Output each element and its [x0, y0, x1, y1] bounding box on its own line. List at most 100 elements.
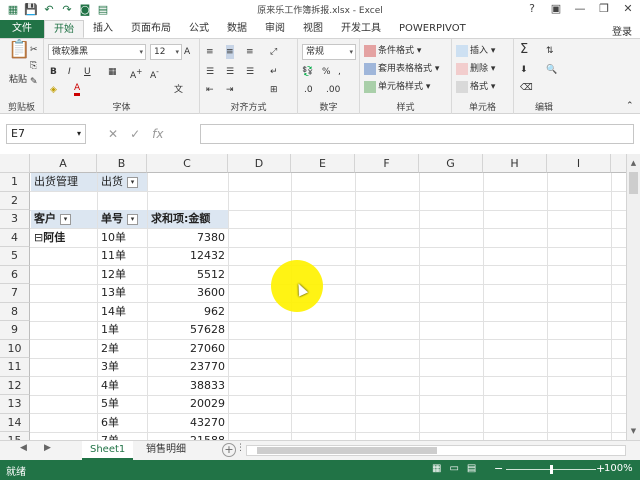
- scroll-down-icon[interactable]: ▼: [627, 424, 640, 438]
- wrap-text-icon[interactable]: ↵: [270, 65, 278, 79]
- row-header-6[interactable]: 6: [0, 265, 30, 284]
- pivot-filter-label[interactable]: 出货管理: [31, 173, 97, 191]
- insert-cells-button[interactable]: 插入 ▾: [456, 44, 495, 58]
- column-header-i[interactable]: I: [547, 154, 611, 173]
- undo-icon[interactable]: ↶: [42, 3, 56, 17]
- table-cell-amount[interactable]: 38833: [148, 377, 228, 395]
- align-left-icon[interactable]: ☰: [206, 65, 214, 79]
- cell-styles-button[interactable]: 单元格样式 ▾: [364, 80, 430, 94]
- restore-icon[interactable]: ❐: [596, 2, 612, 16]
- font-color-icon[interactable]: A: [74, 83, 81, 96]
- column-header-e[interactable]: E: [291, 154, 355, 173]
- bold-button[interactable]: B: [50, 65, 57, 79]
- scroll-up-icon[interactable]: ▲: [627, 156, 640, 170]
- ribbon-display-icon[interactable]: ▣: [548, 2, 564, 16]
- horizontal-scrollbar[interactable]: [246, 445, 626, 456]
- fill-color-icon[interactable]: ◈: [50, 83, 57, 97]
- zoom-level[interactable]: 100%: [604, 463, 633, 474]
- tab-home[interactable]: 开始: [44, 20, 84, 38]
- tab-file[interactable]: 文件: [0, 20, 44, 38]
- orientation-icon[interactable]: ⤢: [270, 45, 277, 59]
- page-break-view-icon[interactable]: ▤: [467, 463, 476, 474]
- paste-icon[interactable]: 📋: [8, 41, 30, 59]
- table-cell-amount[interactable]: 23770: [148, 358, 228, 376]
- table-cell-order[interactable]: 14单: [98, 303, 147, 321]
- format-as-table-button[interactable]: 套用表格格式 ▾: [364, 62, 439, 76]
- row-header-14[interactable]: 14: [0, 413, 30, 432]
- zoom-out-icon[interactable]: −: [494, 462, 503, 475]
- table-cell-order[interactable]: 12单: [98, 266, 147, 284]
- scroll-thumb[interactable]: [629, 172, 638, 194]
- sign-in-link[interactable]: 登录: [612, 23, 632, 38]
- table-cell-amount[interactable]: 43270: [148, 414, 228, 432]
- border-icon[interactable]: ▦: [108, 65, 117, 79]
- row-header-13[interactable]: 13: [0, 395, 30, 414]
- tab-powerpivot[interactable]: POWERPIVOT: [390, 20, 475, 38]
- next-sheet-icon[interactable]: ▶: [44, 443, 51, 453]
- save-icon[interactable]: 💾: [24, 3, 38, 17]
- tab-data[interactable]: 数据: [218, 20, 256, 38]
- pivot-customer-cell[interactable]: ⊟阿佳: [31, 229, 97, 247]
- column-header-j[interactable]: [611, 154, 626, 173]
- align-center-icon[interactable]: ☰: [226, 65, 234, 79]
- phonetic-icon[interactable]: 文: [174, 83, 183, 97]
- table-cell-amount[interactable]: 3600: [148, 284, 228, 302]
- grid-icon[interactable]: ▤: [96, 3, 110, 17]
- row-header-10[interactable]: 10: [0, 339, 30, 358]
- underline-button[interactable]: U: [84, 65, 91, 79]
- shrink-font-size-icon[interactable]: A-: [150, 65, 159, 83]
- find-select-icon[interactable]: 🔍: [546, 63, 557, 77]
- copy-icon[interactable]: ⎘: [30, 59, 37, 73]
- sheet-options-icon[interactable]: ⋮: [236, 443, 245, 453]
- pivot-header-order[interactable]: 单号 ▾: [98, 210, 147, 228]
- row-header-5[interactable]: 5: [0, 247, 30, 266]
- conditional-format-button[interactable]: 条件格式 ▾: [364, 44, 421, 58]
- row-header-2[interactable]: 2: [0, 191, 30, 210]
- format-cells-button[interactable]: 格式 ▾: [456, 80, 495, 94]
- collapse-icon[interactable]: ⊟: [34, 231, 43, 244]
- row-header-12[interactable]: 12: [0, 376, 30, 395]
- sheet-tab-sales-detail[interactable]: 销售明细: [138, 441, 194, 460]
- row-header-9[interactable]: 9: [0, 321, 30, 340]
- column-header-d[interactable]: D: [228, 154, 291, 173]
- align-right-icon[interactable]: ☰: [246, 65, 254, 79]
- row-header-15[interactable]: 15: [0, 432, 30, 440]
- minimize-icon[interactable]: —: [572, 2, 588, 16]
- row-header-1[interactable]: 1: [0, 173, 30, 192]
- column-header-b[interactable]: B: [97, 154, 147, 173]
- table-cell-order[interactable]: 3单: [98, 358, 147, 376]
- clear-icon[interactable]: ⌫: [520, 81, 533, 95]
- tab-page-layout[interactable]: 页面布局: [122, 20, 180, 38]
- tab-view[interactable]: 视图: [294, 20, 332, 38]
- font-size-select[interactable]: 12 ▾: [150, 44, 182, 60]
- delete-cells-button[interactable]: 删除 ▾: [456, 62, 495, 76]
- tab-formulas[interactable]: 公式: [180, 20, 218, 38]
- comma-button[interactable]: ,: [338, 65, 341, 79]
- tab-review[interactable]: 审阅: [256, 20, 294, 38]
- decrease-indent-icon[interactable]: ⇤: [206, 83, 214, 97]
- sheet-tab-sheet1[interactable]: Sheet1: [82, 441, 134, 460]
- align-middle-icon[interactable]: ≡: [226, 45, 234, 59]
- filter-icon[interactable]: ▾: [127, 176, 138, 188]
- table-cell-amount[interactable]: 20029: [148, 395, 228, 413]
- table-cell-order[interactable]: 13单: [98, 284, 147, 302]
- table-cell-amount[interactable]: 962: [148, 303, 228, 321]
- grow-font-icon[interactable]: A: [184, 45, 190, 59]
- tab-insert[interactable]: 插入: [84, 20, 122, 38]
- cut-icon[interactable]: ✂: [30, 43, 38, 57]
- percent-button[interactable]: %: [322, 65, 331, 79]
- merge-center-icon[interactable]: ⊞: [270, 83, 278, 97]
- name-box[interactable]: E7 ▾: [6, 124, 86, 144]
- zoom-slider-knob[interactable]: [550, 465, 553, 474]
- page-layout-view-icon[interactable]: ▭: [449, 463, 458, 474]
- table-cell-order[interactable]: 5单: [98, 395, 147, 413]
- autosum-icon[interactable]: Σ: [520, 43, 528, 57]
- pivot-header-customer[interactable]: 客户 ▾: [31, 210, 97, 228]
- pivot-header-amount[interactable]: 求和项:金额: [148, 210, 228, 228]
- increase-decimal-icon[interactable]: .0: [304, 83, 313, 97]
- vertical-scrollbar[interactable]: ▲ ▼: [626, 154, 640, 440]
- fill-icon[interactable]: ⬇: [520, 63, 528, 77]
- enter-icon[interactable]: ✓: [130, 127, 140, 141]
- accounting-format-icon[interactable]: 💱: [302, 65, 313, 79]
- row-header-3[interactable]: 3: [0, 210, 30, 229]
